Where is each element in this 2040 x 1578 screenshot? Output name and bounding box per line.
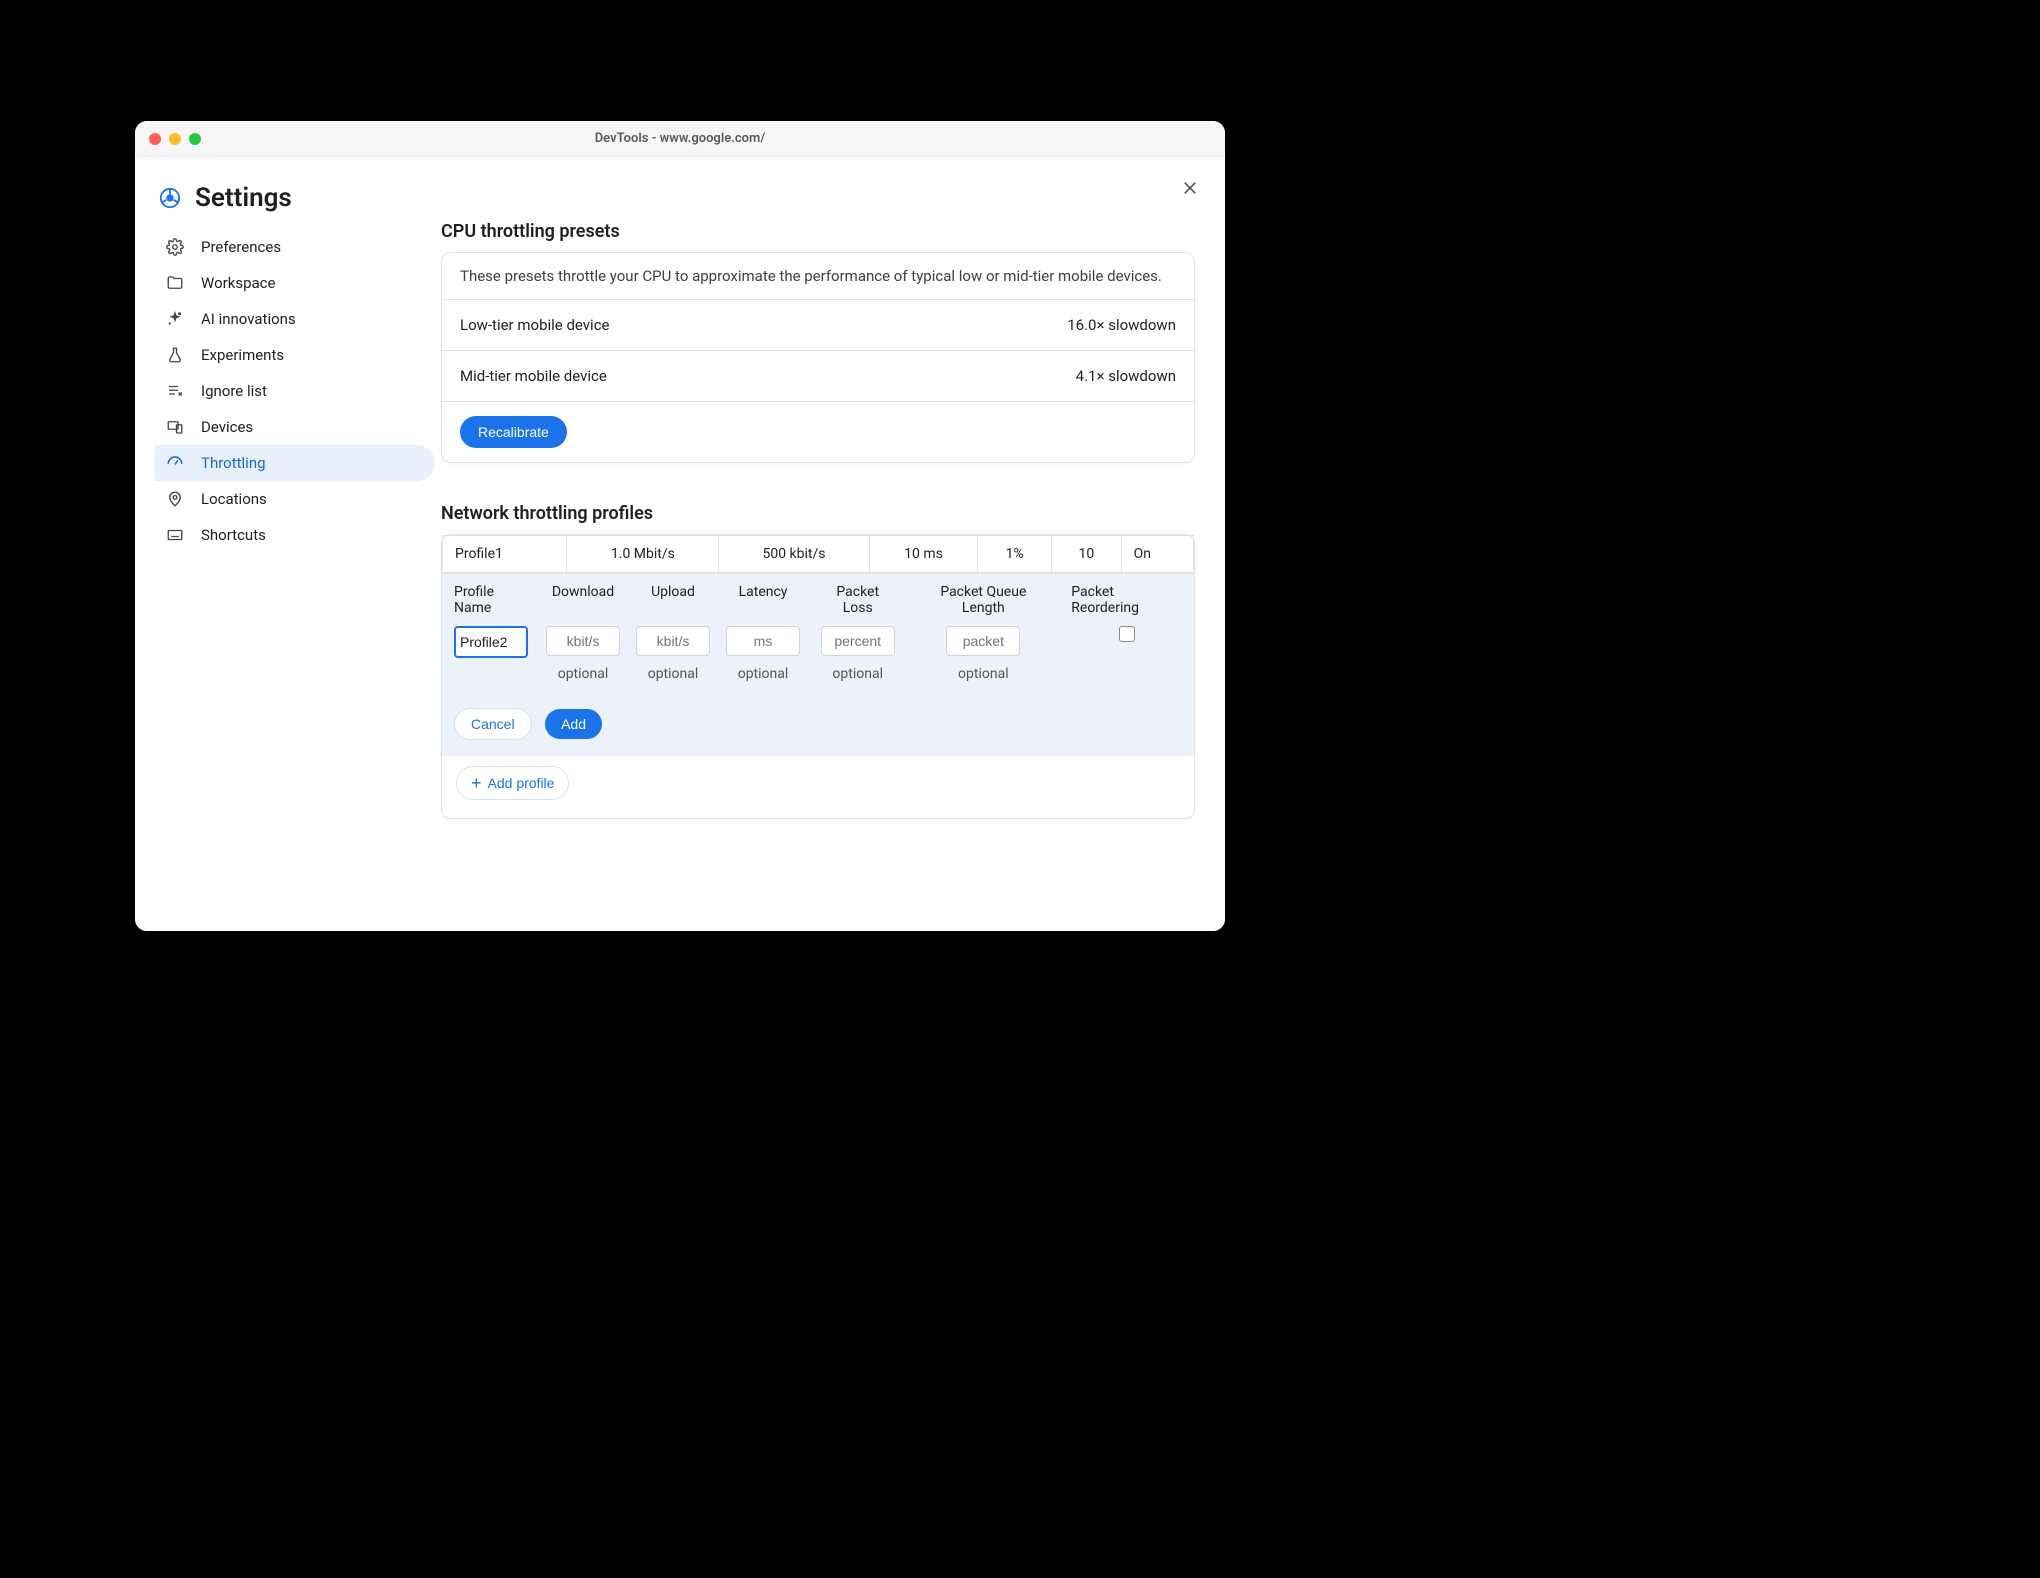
- chrome-logo-icon: [159, 187, 181, 209]
- sidebar-item-ignore-list[interactable]: Ignore list: [155, 373, 435, 409]
- cpu-section-title: CPU throttling presets: [441, 221, 1195, 242]
- cpu-preset-row: Mid-tier mobile device 4.1× slowdown: [442, 351, 1194, 402]
- cell-latency: 10 ms: [869, 536, 978, 573]
- sparkle-icon: [165, 309, 185, 329]
- add-profile-button[interactable]: + Add profile: [456, 766, 569, 800]
- header-latency: Latency: [718, 574, 808, 622]
- network-table: Profile1 1.0 Mbit/s 500 kbit/s 10 ms 1% …: [442, 535, 1194, 573]
- recalibrate-button[interactable]: Recalibrate: [460, 416, 567, 448]
- sidebar-item-label: Throttling: [201, 454, 266, 472]
- input-row: [442, 622, 1194, 662]
- preset-name: Low-tier mobile device: [460, 316, 610, 334]
- cell-reordering: On: [1121, 536, 1193, 573]
- packet-loss-input[interactable]: [821, 626, 895, 656]
- plus-icon: +: [471, 774, 482, 792]
- latency-input[interactable]: [726, 626, 800, 656]
- optional-label: optional: [628, 662, 718, 698]
- header-upload: Upload: [628, 574, 718, 622]
- content-area: Settings Preferences Workspace AI innova…: [135, 157, 1225, 931]
- header-loss: Packet Loss: [808, 574, 907, 622]
- upload-input[interactable]: [636, 626, 710, 656]
- titlebar: DevTools - www.google.com/: [135, 121, 1225, 157]
- sidebar-item-label: Workspace: [201, 274, 275, 292]
- download-input[interactable]: [546, 626, 620, 656]
- cell-packet-loss: 1%: [978, 536, 1052, 573]
- sidebar-item-label: Devices: [201, 418, 253, 436]
- optional-label: optional: [718, 662, 808, 698]
- table-row[interactable]: Profile1 1.0 Mbit/s 500 kbit/s 10 ms 1% …: [443, 536, 1194, 573]
- folder-icon: [165, 273, 185, 293]
- keyboard-icon: [165, 525, 185, 545]
- add-profile-footer: + Add profile: [442, 756, 1194, 818]
- add-profile-label: Add profile: [488, 775, 555, 791]
- sidebar: Settings Preferences Workspace AI innova…: [151, 183, 441, 905]
- cell-download: 1.0 Mbit/s: [567, 536, 719, 573]
- flask-icon: [165, 345, 185, 365]
- edit-profile-zone: Profile Name Download Upload Latency Pac…: [442, 573, 1194, 756]
- sidebar-item-shortcuts[interactable]: Shortcuts: [155, 517, 435, 553]
- header-queue: Packet Queue Length: [907, 574, 1059, 622]
- cpu-presets-card: These presets throttle your CPU to appro…: [441, 252, 1195, 463]
- optional-label: optional: [808, 662, 907, 698]
- network-section-title: Network throttling profiles: [441, 503, 1195, 524]
- preset-name: Mid-tier mobile device: [460, 367, 607, 385]
- cpu-card-footer: Recalibrate: [442, 402, 1194, 462]
- preset-value: 4.1× slowdown: [1076, 367, 1176, 385]
- optional-row: optional optional optional optional opti…: [442, 662, 1194, 698]
- sidebar-item-label: Locations: [201, 490, 267, 508]
- settings-title: Settings: [195, 183, 292, 213]
- queue-length-input[interactable]: [946, 626, 1020, 656]
- edit-table: Profile Name Download Upload Latency Pac…: [442, 574, 1194, 756]
- gear-icon: [165, 237, 185, 257]
- add-button[interactable]: Add: [545, 709, 602, 739]
- header-reorder: Packet Reordering: [1059, 574, 1194, 622]
- preset-value: 16.0× slowdown: [1067, 316, 1176, 334]
- cancel-button[interactable]: Cancel: [454, 708, 532, 740]
- sidebar-item-devices[interactable]: Devices: [155, 409, 435, 445]
- cell-name: Profile1: [443, 536, 567, 573]
- sidebar-item-label: Experiments: [201, 346, 284, 364]
- optional-label: optional: [538, 662, 628, 698]
- sidebar-item-workspace[interactable]: Workspace: [155, 265, 435, 301]
- sidebar-item-experiments[interactable]: Experiments: [155, 337, 435, 373]
- cell-queue-length: 10: [1052, 536, 1122, 573]
- settings-header: Settings: [155, 183, 435, 229]
- network-profiles-card: Profile1 1.0 Mbit/s 500 kbit/s 10 ms 1% …: [441, 534, 1195, 819]
- devices-icon: [165, 417, 185, 437]
- map-pin-icon: [165, 489, 185, 509]
- sidebar-list: Preferences Workspace AI innovations Exp…: [155, 229, 435, 553]
- header-name: Profile Name: [442, 574, 538, 622]
- sidebar-item-locations[interactable]: Locations: [155, 481, 435, 517]
- header-download: Download: [538, 574, 628, 622]
- devtools-window: DevTools - www.google.com/ Settings Pref…: [135, 121, 1225, 931]
- sidebar-item-preferences[interactable]: Preferences: [155, 229, 435, 265]
- optional-label: optional: [907, 662, 1059, 698]
- reordering-checkbox[interactable]: [1119, 626, 1135, 642]
- sidebar-item-ai-innovations[interactable]: AI innovations: [155, 301, 435, 337]
- cpu-description: These presets throttle your CPU to appro…: [442, 253, 1194, 300]
- sidebar-item-label: Ignore list: [201, 382, 267, 400]
- sidebar-item-label: AI innovations: [201, 310, 296, 328]
- list-x-icon: [165, 381, 185, 401]
- cpu-preset-row: Low-tier mobile device 16.0× slowdown: [442, 300, 1194, 351]
- header-row: Profile Name Download Upload Latency Pac…: [442, 574, 1194, 622]
- sidebar-item-label: Preferences: [201, 238, 281, 256]
- gauge-icon: [165, 453, 185, 473]
- cell-upload: 500 kbit/s: [719, 536, 869, 573]
- close-icon[interactable]: [1179, 177, 1201, 199]
- sidebar-item-throttling[interactable]: Throttling: [155, 445, 435, 481]
- sidebar-item-label: Shortcuts: [201, 526, 266, 544]
- action-row: Cancel Add: [442, 698, 1194, 756]
- main-panel: CPU throttling presets These presets thr…: [441, 183, 1195, 905]
- window-title: DevTools - www.google.com/: [135, 131, 1225, 146]
- profile-name-input[interactable]: [454, 626, 528, 658]
